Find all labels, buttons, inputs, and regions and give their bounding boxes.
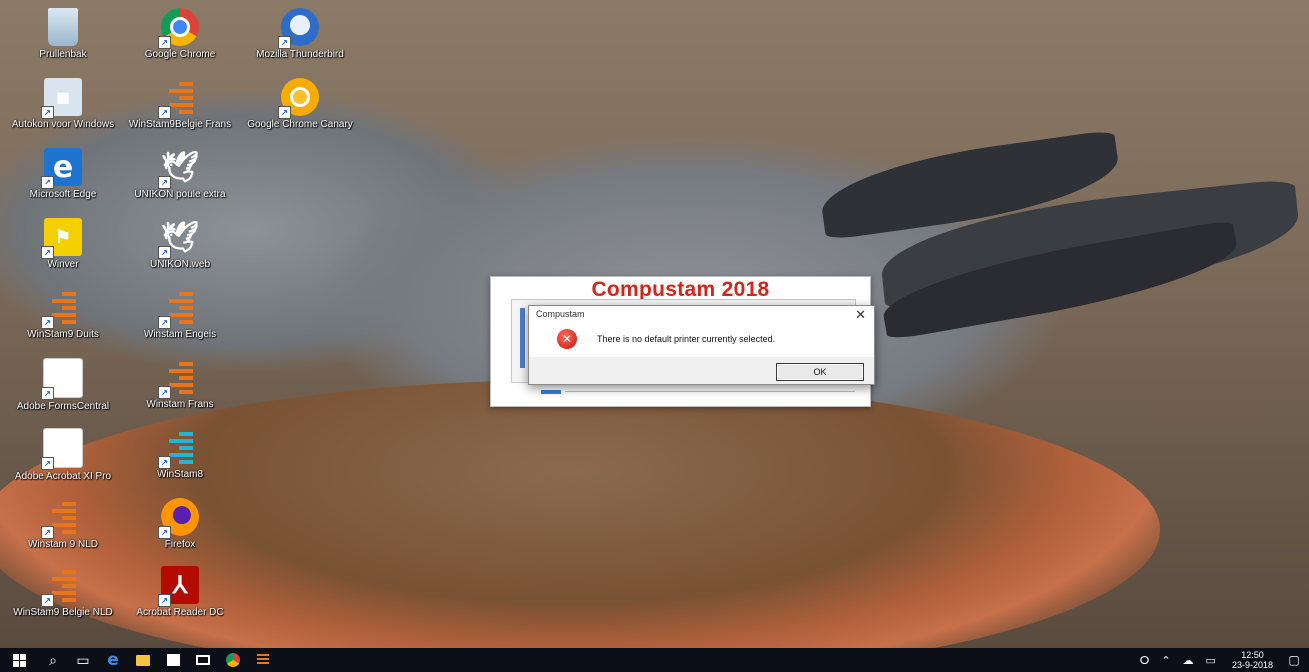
acrobat-reader-icon: ⅄ ↗ bbox=[158, 566, 199, 607]
splash-side-bar bbox=[520, 308, 525, 368]
desktop-icon-label: Adobe FormsCentral bbox=[16, 401, 110, 412]
system-tray: ⵔ ⌃ ☁ ▭ 12:50 23-9-2018 ▢ bbox=[1134, 648, 1309, 672]
error-icon: ✕ bbox=[557, 329, 577, 349]
chrome-logo-icon bbox=[226, 653, 240, 667]
desktop-icon-label: UNIKON.web bbox=[149, 259, 210, 270]
forms-central-icon: ✎ ↗ bbox=[41, 358, 83, 400]
network-icon[interactable]: ▭ bbox=[1206, 654, 1216, 667]
desktop-icon-acrobat-xi-pro[interactable]: ⅄ ↗ Adobe Acrobat XI Pro bbox=[10, 428, 116, 482]
desktop-icon-adobe-formscentral[interactable]: ✎ ↗ Adobe FormsCentral bbox=[10, 358, 116, 412]
desktop-icon-winstam-frans[interactable]: ↗ Winstam Frans bbox=[127, 358, 233, 410]
action-center-icon[interactable]: ▢ bbox=[1283, 648, 1305, 672]
desktop-icon-prullenbak[interactable]: Prullenbak bbox=[10, 8, 116, 60]
desktop-icon-chrome-canary[interactable]: ↗ Google Chrome Canary bbox=[247, 78, 353, 130]
dialog-footer: OK bbox=[529, 357, 874, 384]
desktop-icon-label: WinStam9 Duits bbox=[27, 329, 99, 340]
dialog-message: There is no default printer currently se… bbox=[597, 334, 776, 344]
winstam-icon[interactable] bbox=[248, 648, 278, 672]
chrome-icon[interactable] bbox=[218, 648, 248, 672]
store-icon[interactable] bbox=[158, 648, 188, 672]
winstam-icon: ↗ bbox=[41, 498, 82, 539]
unikon-web-icon: 🕊 ↗ bbox=[158, 218, 199, 259]
desktop-icon-acrobat-reader[interactable]: ⅄ ↗ Acrobat Reader DC bbox=[127, 566, 233, 618]
edge-icon[interactable]: e bbox=[98, 648, 128, 672]
desktop-icon-label: Winstam 9 NLD bbox=[27, 539, 98, 550]
dialog-title: Compustam bbox=[536, 309, 585, 319]
envelope-icon bbox=[196, 655, 210, 665]
autokon-icon: ▦ ↗ bbox=[41, 78, 82, 119]
desktop-icon-label: WinStam9 Belgie NLD bbox=[13, 607, 113, 618]
ok-button[interactable]: OK bbox=[776, 363, 864, 381]
unikon-bird-icon: 🕊 ↗ bbox=[158, 148, 199, 189]
desktop-icon-winstam9belgie-frans[interactable]: ↗ WinStam9Belgie Frans bbox=[127, 78, 233, 130]
winstam-logo-icon bbox=[257, 654, 269, 666]
winstam8-icon: ↗ bbox=[158, 428, 199, 469]
mail-icon[interactable] bbox=[188, 648, 218, 672]
desktop-icon-firefox[interactable]: ↗ Firefox bbox=[127, 498, 233, 550]
desktop-icon-label: Mozilla Thunderbird bbox=[256, 49, 344, 60]
chevron-up-icon[interactable]: ⌃ bbox=[1161, 654, 1170, 667]
desktop-icon-label: Acrobat Reader DC bbox=[136, 607, 224, 618]
winstam-icon: ↗ bbox=[41, 288, 82, 329]
people-icon[interactable]: ⵔ bbox=[1140, 654, 1150, 667]
clock-date: 23-9-2018 bbox=[1231, 660, 1273, 670]
desktop-icon-unikon-poule[interactable]: 🕊 ↗ UNIKON poule extra bbox=[127, 148, 233, 201]
clock[interactable]: 12:50 23-9-2018 bbox=[1232, 650, 1273, 670]
splash-progress-bar bbox=[541, 390, 561, 394]
desktop-icon-label: Adobe Acrobat XI Pro bbox=[14, 471, 112, 482]
desktop-icon-label: Google Chrome bbox=[144, 49, 216, 60]
desktop-icon-label: Microsoft Edge bbox=[29, 189, 97, 200]
desktop-icon-winver[interactable]: ⚑ ↗ Winver bbox=[10, 218, 116, 270]
firefox-icon: ↗ bbox=[158, 498, 199, 539]
desktop-icon-winstam9-duits[interactable]: ↗ WinStam9 Duits bbox=[10, 288, 116, 340]
desktop-icon-winstam-engels[interactable]: ↗ Winstam Engels bbox=[127, 288, 233, 340]
desktop-icon-microsoft-edge[interactable]: e ↗ Microsoft Edge bbox=[10, 148, 116, 200]
desktop-icon-unikon-web[interactable]: 🕊 ↗ UNIKON.web bbox=[127, 218, 233, 271]
windows-logo-icon bbox=[12, 653, 26, 667]
edge-icon: e ↗ bbox=[41, 148, 82, 189]
chrome-icon: ↗ bbox=[158, 8, 199, 49]
onedrive-cloud-icon[interactable]: ☁ bbox=[1183, 654, 1194, 667]
winstam-icon: ↗ bbox=[158, 358, 199, 399]
desktop-icon-thunderbird[interactable]: ↗ Mozilla Thunderbird bbox=[247, 8, 353, 60]
splash-progress-track bbox=[565, 391, 855, 392]
file-explorer-icon[interactable] bbox=[128, 648, 158, 672]
bag-icon bbox=[166, 654, 180, 666]
winver-icon: ⚑ ↗ bbox=[41, 218, 82, 259]
desktop-icon-label: Winstam Engels bbox=[143, 329, 217, 340]
desktop-icon-label: Google Chrome Canary bbox=[247, 119, 353, 130]
desktop-icon-label: Autokon voor Windows bbox=[11, 119, 115, 130]
folder-icon bbox=[136, 654, 150, 666]
desktop-icon-label: Prullenbak bbox=[39, 49, 87, 60]
task-view-icon[interactable]: ▭ bbox=[68, 648, 98, 672]
winstam-icon: ↗ bbox=[158, 288, 199, 329]
desktop-icon-autokon[interactable]: ▦ ↗ Autokon voor Windows bbox=[10, 78, 116, 130]
desktop-icon-winstam8[interactable]: ↗ WinStam8 bbox=[127, 428, 233, 480]
taskbar: ⌕ ▭ e ⵔ ⌃ ☁ ▭ 12:50 23-9-2018 ▢ bbox=[0, 648, 1309, 672]
desktop-icon-winstam9-nld[interactable]: ↗ Winstam 9 NLD bbox=[10, 498, 116, 550]
chrome-canary-icon: ↗ bbox=[278, 78, 319, 119]
clock-time: 12:50 bbox=[1241, 650, 1264, 660]
desktop-icon-label: Winver bbox=[47, 259, 79, 270]
desktop-icon-winstam9-belgie-nld[interactable]: ↗ WinStam9 Belgie NLD bbox=[10, 566, 116, 618]
recycle-bin-icon bbox=[48, 8, 78, 46]
desktop-icon-label: Winstam Frans bbox=[146, 399, 214, 410]
close-icon[interactable]: ✕ bbox=[855, 307, 866, 323]
desktop-icon-google-chrome[interactable]: ↗ Google Chrome bbox=[127, 8, 233, 60]
start-button[interactable] bbox=[0, 648, 38, 672]
desktop-icon-label: WinStam9Belgie Frans bbox=[128, 119, 232, 130]
desktop-icon-label: WinStam8 bbox=[156, 469, 204, 480]
search-icon[interactable]: ⌕ bbox=[38, 648, 68, 672]
winstam-icon: ↗ bbox=[158, 78, 199, 119]
acrobat-icon: ⅄ ↗ bbox=[41, 428, 83, 470]
winstam-icon: ↗ bbox=[41, 566, 82, 607]
error-dialog: Compustam ✕ ✕ There is no default printe… bbox=[528, 305, 875, 385]
desktop-icon-label: Firefox bbox=[164, 539, 196, 550]
desktop-icon-label: UNIKON poule extra bbox=[134, 189, 226, 200]
thunderbird-icon: ↗ bbox=[278, 8, 319, 49]
